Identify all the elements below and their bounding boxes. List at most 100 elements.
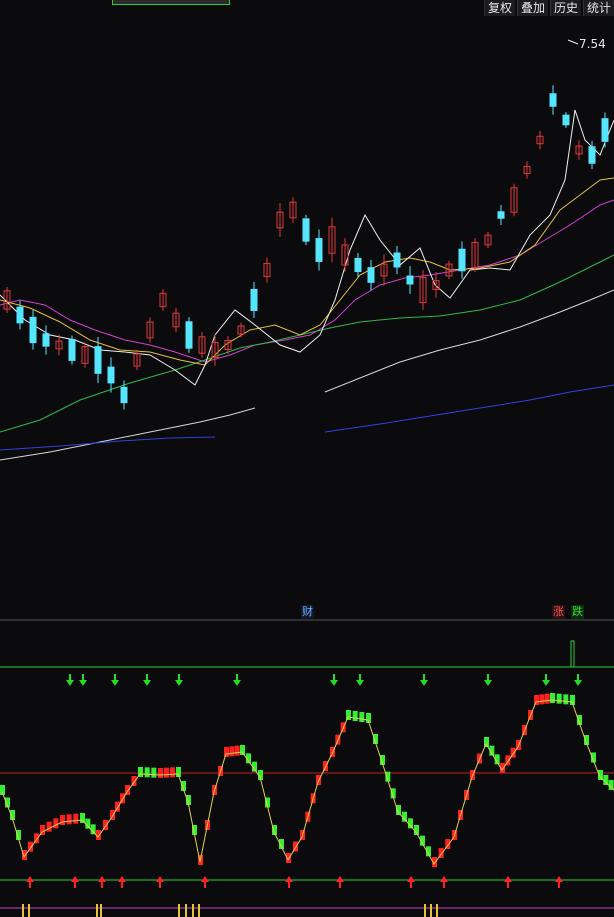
candle-body <box>393 252 401 268</box>
history-button[interactable]: 历史 <box>549 0 581 16</box>
candle-body <box>68 339 76 361</box>
osc-segment <box>151 767 157 778</box>
candle-body <box>107 366 115 384</box>
osc-segment <box>80 813 85 823</box>
candle-body <box>588 146 596 164</box>
bottom-histogram-bar <box>96 904 98 917</box>
buy-signal-arrow-icon <box>407 876 415 888</box>
candle-body <box>42 333 50 347</box>
candle-body <box>315 238 323 262</box>
buy-signal-arrow-icon <box>71 876 79 888</box>
buy-signal-arrow-icon <box>201 876 209 888</box>
osc-segment <box>164 767 169 778</box>
bottom-histogram-bar <box>185 904 187 917</box>
candle-body <box>367 267 375 283</box>
ma-blue-line-left <box>0 436 216 451</box>
osc-segment <box>352 711 358 721</box>
ma-blue-line-right <box>324 384 614 433</box>
buy-signal-arrow-icon <box>26 876 34 888</box>
candle-body <box>458 248 466 272</box>
osc-segment <box>60 815 65 825</box>
osc-segment <box>556 693 562 704</box>
osc-signal-line <box>1 699 614 865</box>
candle-body <box>549 93 557 107</box>
bottom-histogram-bar <box>22 904 24 917</box>
high-marker <box>567 39 579 45</box>
osc-segment <box>359 712 365 722</box>
osc-segment <box>539 694 545 705</box>
ma-yellow-line <box>0 177 614 366</box>
osc-segment <box>563 694 569 705</box>
sell-signal-arrow-icon <box>66 674 74 686</box>
osc-segment <box>534 695 539 705</box>
buy-signal-arrow-icon <box>98 876 106 888</box>
ma-gray-line-left <box>0 407 256 461</box>
overlay-button[interactable]: 叠加 <box>516 0 548 16</box>
candle-body <box>29 316 37 344</box>
sell-signal-arrow-icon <box>542 674 550 686</box>
chart-stage <box>0 39 614 917</box>
sell-signal-arrow-icon <box>233 674 241 686</box>
bottom-histogram-bar <box>192 904 194 917</box>
bottom-histogram-bar <box>198 904 200 917</box>
sell-signal-arrow-icon <box>420 674 428 686</box>
osc-segment <box>46 821 52 832</box>
buy-signal-arrow-icon <box>118 876 126 888</box>
sell-signal-arrow-icon <box>484 674 492 686</box>
bottom-histogram-bar <box>436 904 438 917</box>
sell-signal-arrow-icon <box>143 674 151 686</box>
bottom-histogram-bar <box>100 904 102 917</box>
candle-body <box>406 275 414 285</box>
bottom-histogram-bar <box>424 904 426 917</box>
sell-signal-arrow-icon <box>330 674 338 686</box>
candle-body <box>562 114 570 126</box>
buy-signal-arrow-icon <box>555 876 563 888</box>
candle-body <box>302 218 310 242</box>
sell-signal-arrow-icon <box>574 674 582 686</box>
buy-signal-arrow-icon <box>285 876 293 888</box>
candle-body <box>120 386 128 404</box>
osc-segment <box>544 693 550 704</box>
osc-segment <box>73 813 79 824</box>
active-tab-indicator[interactable] <box>112 0 230 5</box>
osc-segment <box>550 693 555 703</box>
osc-segment <box>234 745 240 756</box>
candle-body <box>16 306 24 324</box>
buy-signal-arrow-icon <box>156 876 164 888</box>
limit-up-badge[interactable]: 涨 <box>552 605 565 619</box>
osc-segment <box>66 814 72 825</box>
buy-signal-arrow-icon <box>336 876 344 888</box>
osc-segment <box>346 710 351 720</box>
statistics-button[interactable]: 统计 <box>582 0 614 16</box>
restore-rights-button[interactable]: 复权 <box>483 0 515 16</box>
price-high-label: 7.54 <box>579 37 606 51</box>
candle-body <box>497 211 505 219</box>
osc-segment <box>144 767 150 778</box>
candle-body <box>354 257 362 273</box>
limit-down-badge[interactable]: 跌 <box>571 605 584 619</box>
sell-signal-arrow-icon <box>175 674 183 686</box>
buy-signal-arrow-icon <box>440 876 448 888</box>
ma-gray-line-right <box>324 289 614 393</box>
osc-segment <box>170 767 175 778</box>
candle-body <box>185 321 193 349</box>
osc-segment <box>224 747 229 757</box>
buy-signal-arrow-icon <box>504 876 512 888</box>
volume-bar <box>570 640 575 668</box>
ma-white-line <box>0 109 614 386</box>
sell-signal-arrow-icon <box>79 674 87 686</box>
candle-body <box>601 118 609 142</box>
finance-event-badge[interactable]: 财 <box>301 605 314 619</box>
bottom-histogram-bar <box>430 904 432 917</box>
sell-signal-arrow-icon <box>111 674 119 686</box>
osc-segment <box>158 768 163 778</box>
candle-body <box>250 289 258 311</box>
candle-body <box>94 346 102 374</box>
chart-toolbar: 复权 叠加 历史 统计 <box>482 0 614 16</box>
osc-segment <box>53 818 59 829</box>
bottom-histogram-bar <box>178 904 180 917</box>
bottom-histogram-bar <box>28 904 30 917</box>
ma-green-line <box>0 254 614 433</box>
osc-segment <box>229 746 235 757</box>
sell-signal-arrow-icon <box>356 674 364 686</box>
